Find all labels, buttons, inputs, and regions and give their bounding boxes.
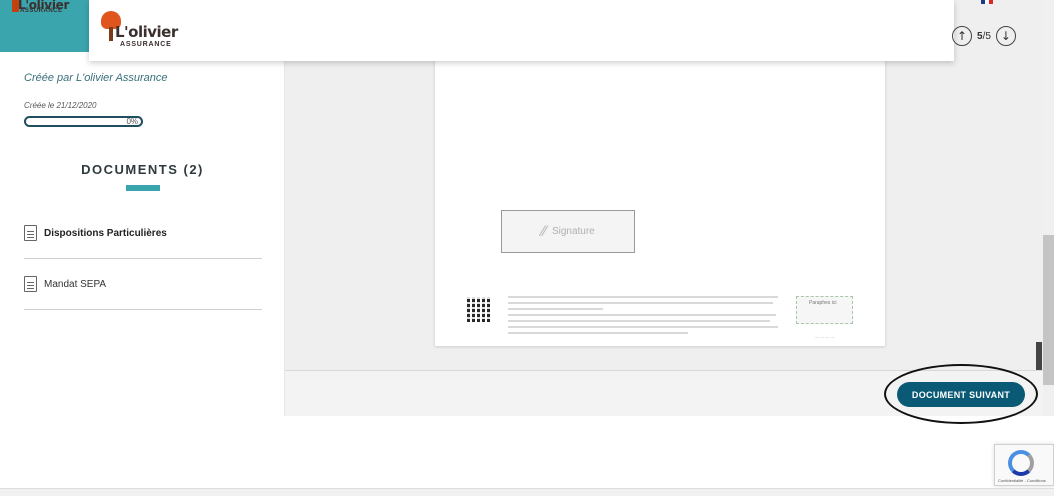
paraphes-label: Paraphes ici [809,300,837,306]
progress-bar: 0% [24,116,143,127]
page-footer-number: — — — — [815,334,835,339]
signature-icon: ⁄⁄ [541,223,546,240]
legal-line [508,302,773,304]
document-label: Mandat SEPA [44,278,107,290]
arrow-down-circle-icon[interactable]: ↓ [995,26,1016,46]
document-icon [24,225,37,241]
top-header [89,0,954,61]
main-logo[interactable]: L'olivier ASSURANCE [101,9,181,51]
total-pages: 5 [985,30,991,42]
bottom-bar [0,488,1054,496]
progress-text: 0% [126,117,138,126]
app-root: L'olivier ASSURANCE Créée par L'olivier … [0,0,1054,496]
signature-label: Signature [551,226,595,237]
legal-text-block [508,296,780,338]
paraphes-field[interactable]: Paraphes ici [796,296,853,324]
legal-line [508,326,778,328]
document-item-mandat-sepa[interactable]: Mandat SEPA [24,259,262,310]
logo-word: L'olivier [115,23,178,41]
page-navigation: ↑ 5/5 ↓ [952,24,1016,48]
arrow-up-circle-icon[interactable]: ↑ [952,26,972,46]
sidebar-logo[interactable]: L'olivier ASSURANCE [12,0,72,18]
document-label: Dispositions Particulières [44,227,167,239]
french-flag-icon[interactable] [981,0,993,4]
document-icon [24,276,37,292]
recaptcha-text[interactable]: Confidentialité - Conditions [998,478,1046,483]
viewer-scrollbar-thumb[interactable] [1036,342,1042,370]
legal-line [508,296,778,298]
qr-code-icon [467,297,492,322]
logo-sub: ASSURANCE [20,8,63,14]
signature-field[interactable]: ⁄⁄ Signature [501,210,635,253]
next-document-button[interactable]: DOCUMENT SUIVANT [897,382,1025,407]
legal-line [508,332,688,334]
recaptcha-badge[interactable]: Confidentialité - Conditions [994,444,1054,486]
documents-title-underline [126,185,160,191]
scrollbar-thumb[interactable] [1043,235,1054,385]
document-item-dispositions[interactable]: Dispositions Particulières [24,208,262,259]
legal-line [508,308,603,310]
logo-sub: ASSURANCE [120,41,172,48]
page-counter: 5/5 [977,31,991,42]
creator-text: Créée par L'olivier Assurance [24,72,168,84]
legal-line [508,314,776,316]
created-date: Créée le 21/12/2020 [24,101,97,110]
tree-trunk [109,27,113,41]
legal-line [508,320,770,322]
documents-title: DOCUMENTS (2) [81,162,204,177]
recaptcha-icon [1008,450,1034,476]
sidebar: L'olivier ASSURANCE Créée par L'olivier … [0,0,285,416]
